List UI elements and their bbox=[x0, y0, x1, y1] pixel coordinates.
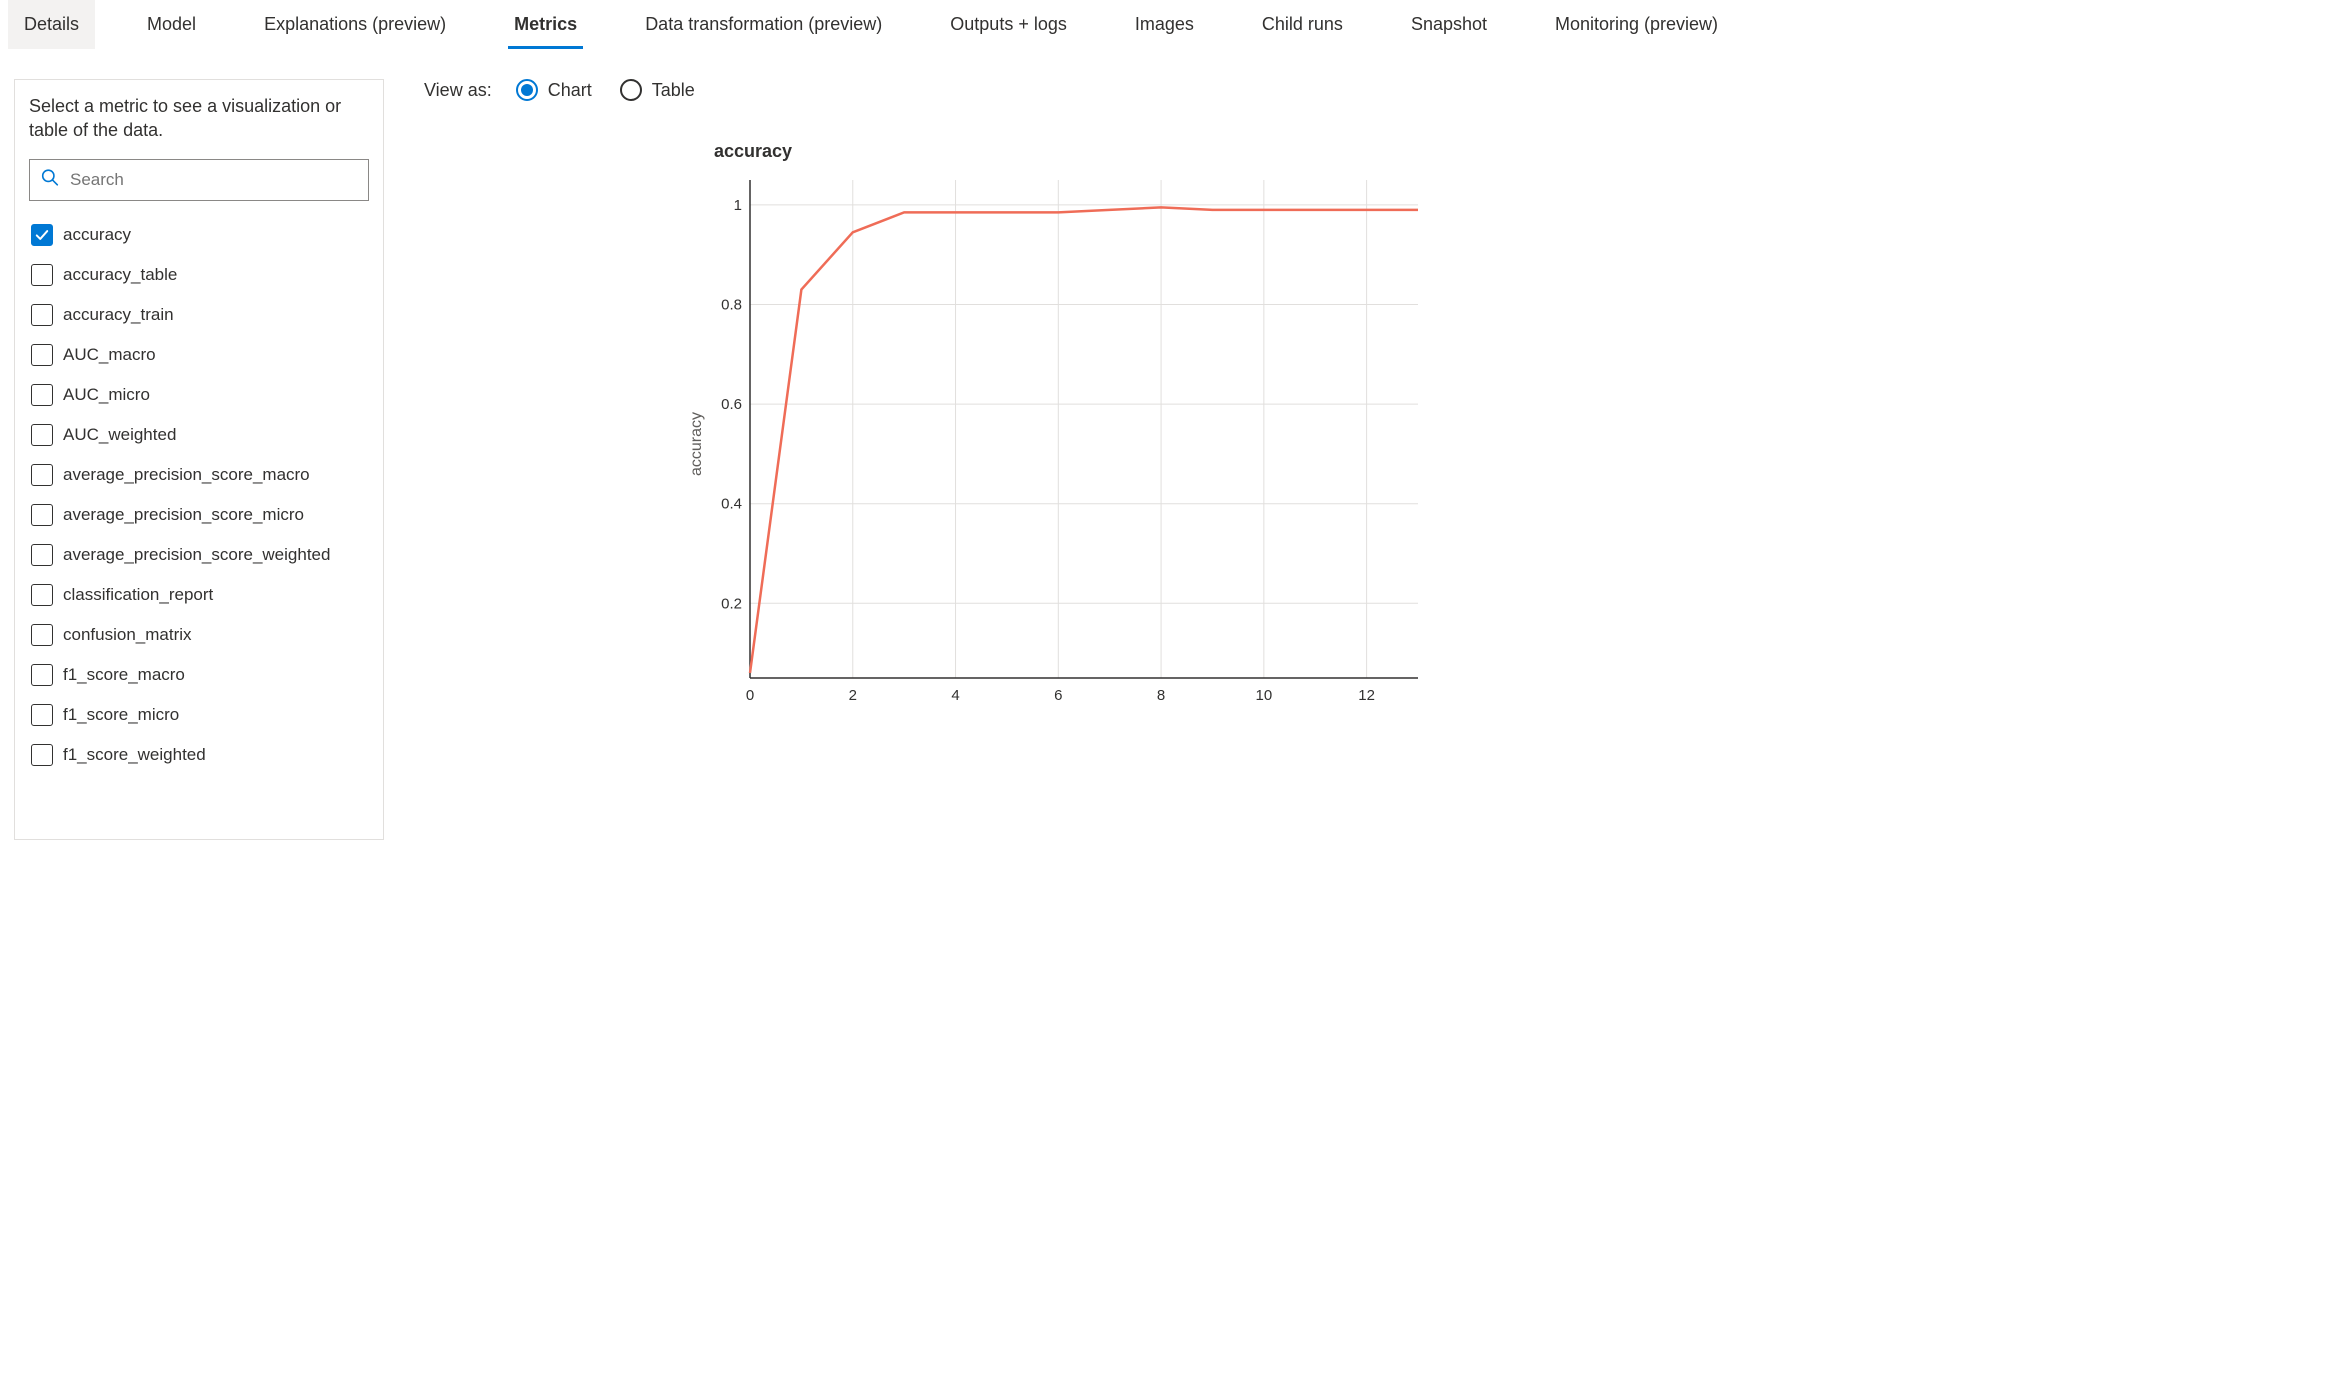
metric-checkbox[interactable] bbox=[31, 624, 53, 646]
metric-row-AUC_micro[interactable]: AUC_micro bbox=[29, 375, 365, 415]
tab-outputs-logs[interactable]: Outputs + logs bbox=[934, 0, 1083, 49]
x-tick-label: 4 bbox=[951, 687, 959, 704]
y-tick-label: 0.4 bbox=[721, 496, 742, 513]
metric-checkbox[interactable] bbox=[31, 304, 53, 326]
metric-label: accuracy_table bbox=[63, 265, 177, 285]
tab-details[interactable]: Details bbox=[8, 0, 95, 49]
metric-checkbox[interactable] bbox=[31, 744, 53, 766]
chart-frame: accuracy 0.20.40.60.81024681012 bbox=[684, 174, 2318, 714]
chart-container: accuracy accuracy 0.20.40.60.81024681012 bbox=[684, 141, 2318, 714]
view-as-row: View as: Chart Table bbox=[424, 79, 2318, 101]
radio-dot-icon bbox=[521, 84, 533, 96]
metric-label: accuracy bbox=[63, 225, 131, 245]
main-panel: View as: Chart Table accuracy accuracy 0.… bbox=[424, 79, 2318, 714]
chart-title: accuracy bbox=[714, 141, 2318, 162]
metric-checkbox[interactable] bbox=[31, 384, 53, 406]
metric-label: f1_score_micro bbox=[63, 705, 179, 725]
radio-circle-icon bbox=[620, 79, 642, 101]
tab-data-transformation-preview-[interactable]: Data transformation (preview) bbox=[629, 0, 898, 49]
metric-row-average_precision_score_micro[interactable]: average_precision_score_micro bbox=[29, 495, 365, 535]
x-tick-label: 12 bbox=[1358, 687, 1375, 704]
metric-checkbox[interactable] bbox=[31, 464, 53, 486]
search-wrap bbox=[29, 159, 369, 201]
search-input[interactable] bbox=[29, 159, 369, 201]
metric-row-accuracy[interactable]: accuracy bbox=[29, 215, 365, 255]
accuracy-chart: 0.20.40.60.81024681012 bbox=[710, 174, 1420, 714]
radio-label: Chart bbox=[548, 80, 592, 101]
metric-row-accuracy_table[interactable]: accuracy_table bbox=[29, 255, 365, 295]
metric-label: accuracy_train bbox=[63, 305, 174, 325]
metric-label: AUC_weighted bbox=[63, 425, 176, 445]
view-as-chart[interactable]: Chart bbox=[516, 79, 592, 101]
view-as-radio-group: Chart Table bbox=[516, 79, 695, 101]
metric-label: confusion_matrix bbox=[63, 625, 192, 645]
radio-circle-icon bbox=[516, 79, 538, 101]
metric-label: f1_score_macro bbox=[63, 665, 185, 685]
y-tick-label: 0.6 bbox=[721, 396, 742, 413]
sidebar-description: Select a metric to see a visualization o… bbox=[29, 94, 369, 143]
tab-metrics[interactable]: Metrics bbox=[498, 0, 593, 49]
metric-row-accuracy_train[interactable]: accuracy_train bbox=[29, 295, 365, 335]
x-tick-label: 10 bbox=[1256, 687, 1273, 704]
y-tick-label: 0.2 bbox=[721, 595, 742, 612]
view-as-table[interactable]: Table bbox=[620, 79, 695, 101]
metric-label: classification_report bbox=[63, 585, 213, 605]
metric-row-average_precision_score_weighted[interactable]: average_precision_score_weighted bbox=[29, 535, 365, 575]
tab-model[interactable]: Model bbox=[131, 0, 212, 49]
x-tick-label: 2 bbox=[849, 687, 857, 704]
metric-row-AUC_macro[interactable]: AUC_macro bbox=[29, 335, 365, 375]
metric-row-f1_score_weighted[interactable]: f1_score_weighted bbox=[29, 735, 365, 775]
y-tick-label: 1 bbox=[734, 197, 742, 214]
metric-row-classification_report[interactable]: classification_report bbox=[29, 575, 365, 615]
metric-label: average_precision_score_macro bbox=[63, 465, 310, 485]
tab-child-runs[interactable]: Child runs bbox=[1246, 0, 1359, 49]
y-axis-label: accuracy bbox=[688, 412, 706, 476]
y-axis-label-col: accuracy bbox=[684, 174, 710, 714]
metric-row-AUC_weighted[interactable]: AUC_weighted bbox=[29, 415, 365, 455]
metric-row-f1_score_micro[interactable]: f1_score_micro bbox=[29, 695, 365, 735]
tab-snapshot[interactable]: Snapshot bbox=[1395, 0, 1503, 49]
metric-row-confusion_matrix[interactable]: confusion_matrix bbox=[29, 615, 365, 655]
metric-checkbox[interactable] bbox=[31, 704, 53, 726]
metric-checkbox[interactable] bbox=[31, 264, 53, 286]
x-tick-label: 0 bbox=[746, 687, 754, 704]
tabs-bar: Details Model Explanations (preview) Metric… bbox=[0, 0, 2332, 49]
tab-images[interactable]: Images bbox=[1119, 0, 1210, 49]
metric-checkbox[interactable] bbox=[31, 584, 53, 606]
metric-list[interactable]: accuracy accuracy_table accuracy_train AUC_… bbox=[29, 215, 369, 825]
radio-label: Table bbox=[652, 80, 695, 101]
y-tick-label: 0.8 bbox=[721, 297, 742, 314]
metric-label: f1_score_weighted bbox=[63, 745, 206, 765]
metric-label: AUC_macro bbox=[63, 345, 156, 365]
metric-label: average_precision_score_micro bbox=[63, 505, 304, 525]
metric-checkbox[interactable] bbox=[31, 544, 53, 566]
metric-sidebar: Select a metric to see a visualization o… bbox=[14, 79, 384, 840]
metric-checkbox[interactable] bbox=[31, 664, 53, 686]
metric-checkbox[interactable] bbox=[31, 344, 53, 366]
view-as-label: View as: bbox=[424, 80, 492, 101]
metric-row-average_precision_score_macro[interactable]: average_precision_score_macro bbox=[29, 455, 365, 495]
tab-explanations-preview-[interactable]: Explanations (preview) bbox=[248, 0, 462, 49]
x-tick-label: 6 bbox=[1054, 687, 1062, 704]
metric-checkbox[interactable] bbox=[31, 224, 53, 246]
metric-label: average_precision_score_weighted bbox=[63, 545, 330, 565]
tab-monitoring-preview-[interactable]: Monitoring (preview) bbox=[1539, 0, 1734, 49]
metric-checkbox[interactable] bbox=[31, 424, 53, 446]
metric-row-f1_score_macro[interactable]: f1_score_macro bbox=[29, 655, 365, 695]
metric-checkbox[interactable] bbox=[31, 504, 53, 526]
search-icon bbox=[41, 168, 59, 191]
metric-label: AUC_micro bbox=[63, 385, 150, 405]
x-tick-label: 8 bbox=[1157, 687, 1165, 704]
